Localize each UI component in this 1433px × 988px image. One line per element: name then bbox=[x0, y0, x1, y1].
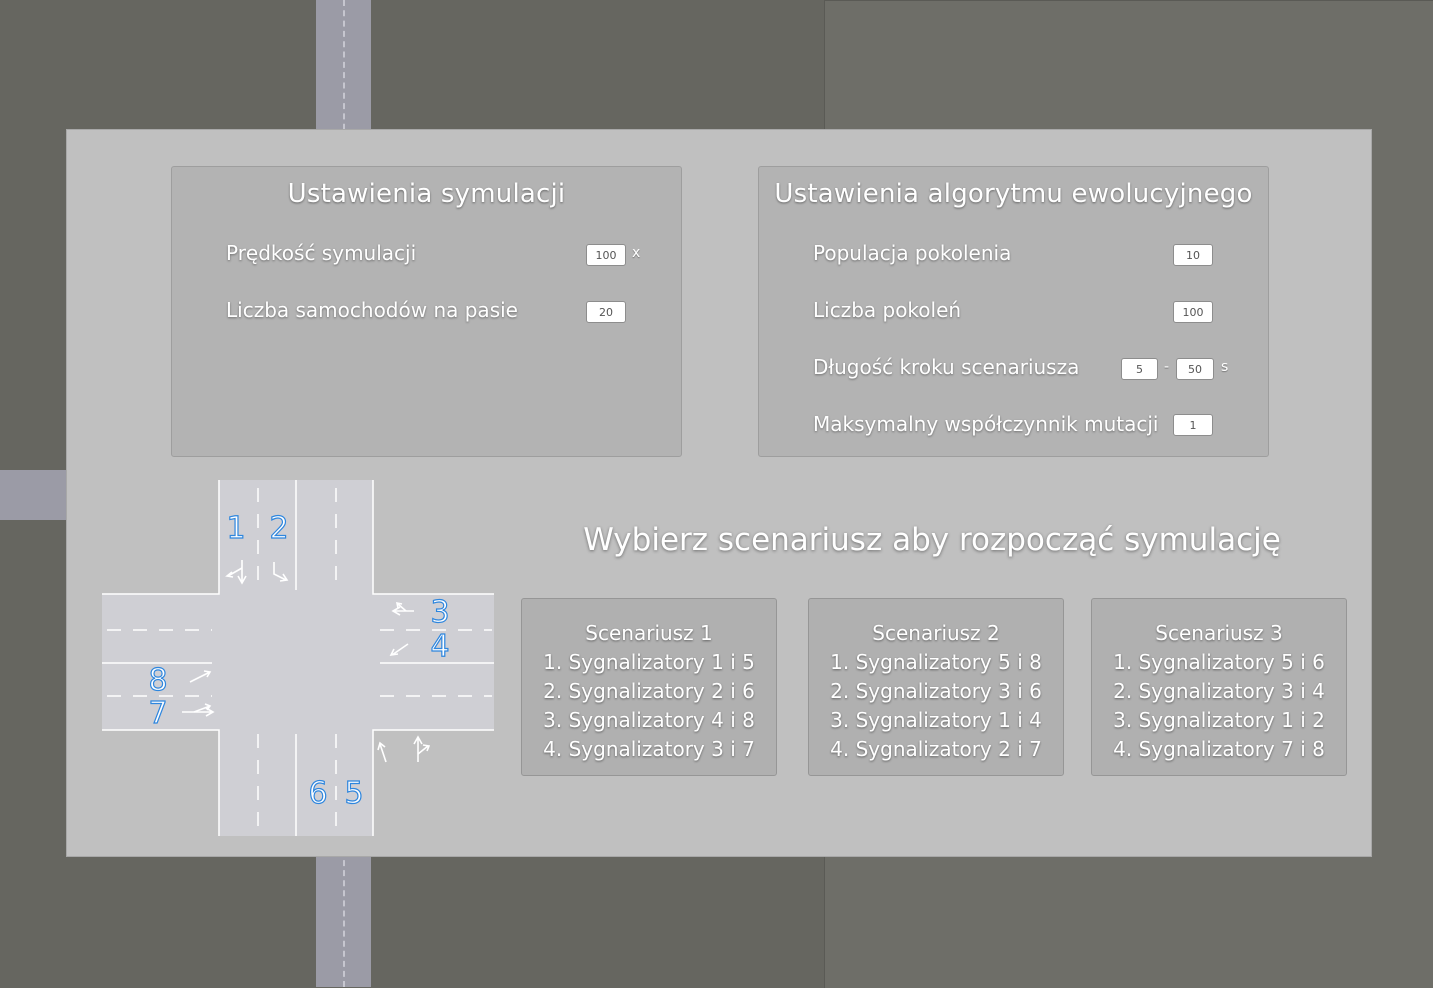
scenario-step: 2. Sygnalizatory 2 i 6 bbox=[543, 679, 755, 703]
signal-2-label: 2 bbox=[269, 511, 288, 546]
simulation-speed-label: Prędkość symulacji bbox=[226, 241, 417, 265]
generations-label: Liczba pokoleń bbox=[813, 298, 962, 322]
simulation-speed-input[interactable] bbox=[586, 244, 626, 266]
scenario-step: 1. Sygnalizatory 5 i 6 bbox=[1113, 650, 1325, 674]
simulation-settings-title: Ustawienia symulacji bbox=[287, 179, 566, 209]
scenario-step: 3. Sygnalizatory 4 i 8 bbox=[543, 708, 755, 732]
scenario-step: 4. Sygnalizatory 3 i 7 bbox=[543, 737, 755, 761]
scenario-step: 4. Sygnalizatory 2 i 7 bbox=[830, 737, 1042, 761]
cars-per-lane-input[interactable] bbox=[586, 301, 626, 323]
background-road-west bbox=[0, 470, 70, 520]
simulation-speed-unit: x bbox=[632, 245, 641, 261]
scenario-1-card[interactable]: Scenariusz 1 1. Sygnalizatory 1 i 5 2. S… bbox=[521, 598, 777, 776]
step-max-input[interactable] bbox=[1176, 358, 1214, 380]
signal-1-label: 1 bbox=[226, 511, 245, 546]
population-label: Populacja pokolenia bbox=[813, 241, 1012, 265]
evolution-settings-panel: Ustawienia algorytmu ewolucyjnego Popula… bbox=[758, 166, 1269, 457]
step-length-label: Długość kroku scenariusza bbox=[813, 355, 1080, 379]
settings-overlay: Ustawienia symulacji Prędkość symulacji … bbox=[66, 129, 1372, 857]
scenario-title: Scenariusz 2 bbox=[872, 621, 1000, 645]
cars-per-lane-label: Liczba samochodów na pasie bbox=[226, 298, 518, 322]
choose-scenario-heading: Wybierz scenariusz aby rozpocząć symulac… bbox=[583, 522, 1281, 558]
evolution-settings-title: Ustawienia algorytmu ewolucyjnego bbox=[774, 179, 1253, 209]
population-input[interactable] bbox=[1173, 244, 1213, 266]
signal-7-label: 7 bbox=[148, 696, 167, 731]
scenario-step: 1. Sygnalizatory 5 i 8 bbox=[830, 650, 1042, 674]
generations-input[interactable] bbox=[1173, 301, 1213, 323]
scenario-step: 3. Sygnalizatory 1 i 2 bbox=[1113, 708, 1325, 732]
mutation-input[interactable] bbox=[1173, 414, 1213, 436]
step-min-input[interactable] bbox=[1121, 358, 1158, 380]
signal-8-label: 8 bbox=[148, 663, 167, 698]
background-road-south bbox=[316, 850, 371, 987]
signal-3-label: 3 bbox=[430, 595, 449, 630]
scenario-step: 2. Sygnalizatory 3 i 4 bbox=[1113, 679, 1325, 703]
scenario-step: 2. Sygnalizatory 3 i 6 bbox=[830, 679, 1042, 703]
simulation-settings-panel: Ustawienia symulacji Prędkość symulacji … bbox=[171, 166, 682, 457]
step-unit: s bbox=[1221, 359, 1229, 375]
scenario-title: Scenariusz 1 bbox=[585, 621, 713, 645]
scenario-2-card[interactable]: Scenariusz 2 1. Sygnalizatory 5 i 8 2. S… bbox=[808, 598, 1064, 776]
mutation-label: Maksymalny współczynnik mutacji bbox=[813, 412, 1159, 436]
signal-6-label: 6 bbox=[308, 776, 327, 811]
intersection-diagram: 1 2 3 4 8 7 6 5 bbox=[102, 480, 494, 836]
scenario-step: 1. Sygnalizatory 1 i 5 bbox=[543, 650, 755, 674]
background-road-north bbox=[316, 0, 371, 140]
scenario-3-card[interactable]: Scenariusz 3 1. Sygnalizatory 5 i 6 2. S… bbox=[1091, 598, 1347, 776]
signal-4-label: 4 bbox=[430, 629, 449, 664]
scenario-step: 3. Sygnalizatory 1 i 4 bbox=[830, 708, 1042, 732]
scenario-title: Scenariusz 3 bbox=[1155, 621, 1283, 645]
step-range-separator: - bbox=[1164, 359, 1170, 375]
scenario-step: 4. Sygnalizatory 7 i 8 bbox=[1113, 737, 1325, 761]
signal-5-label: 5 bbox=[344, 776, 363, 811]
